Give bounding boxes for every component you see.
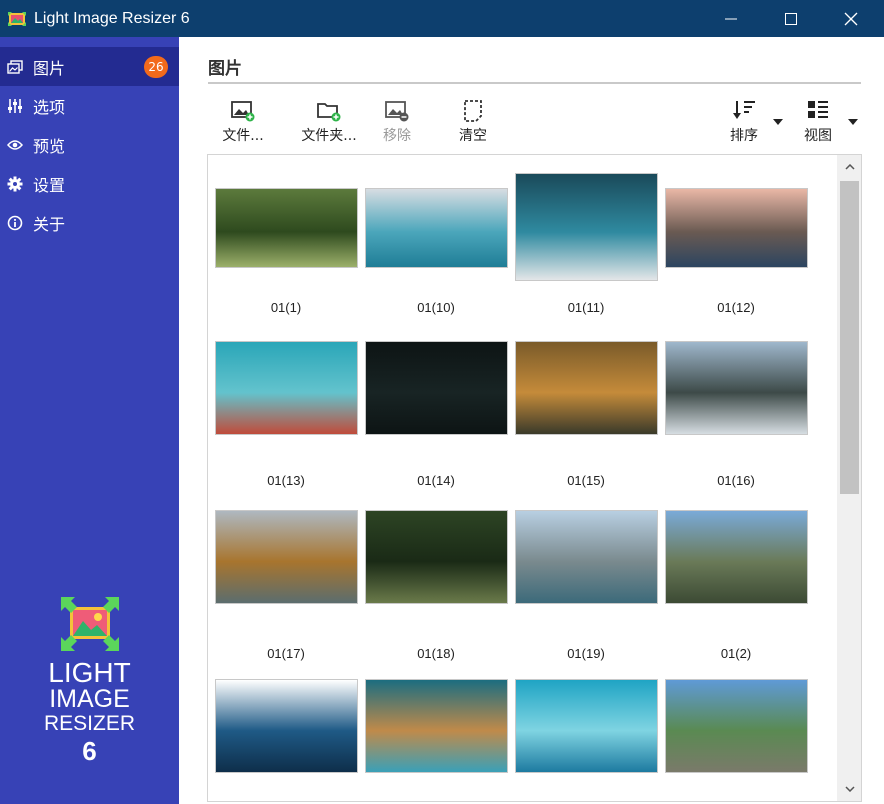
eye-icon (7, 137, 23, 153)
image-thumbnail[interactable] (665, 341, 808, 435)
view-button[interactable]: 视图 (795, 97, 841, 145)
image-thumbnail[interactable] (665, 188, 808, 268)
maximize-button[interactable] (768, 0, 814, 37)
images-icon (7, 59, 23, 75)
sort-button[interactable]: 排序 (719, 97, 769, 145)
sidebar-item-label: 关于 (33, 214, 66, 234)
logo-text-resizer: RESIZER (43, 712, 135, 735)
image-thumbnail[interactable] (365, 679, 508, 773)
chevron-up-icon (844, 164, 855, 170)
add-files-button[interactable]: 文件... (207, 97, 279, 145)
logo-icon (60, 597, 119, 651)
chevron-down-icon (844, 786, 855, 792)
view-dropdown-arrow-icon[interactable] (848, 119, 858, 125)
clear-icon (459, 97, 487, 125)
app-icon (8, 11, 26, 26)
add-folder-icon (315, 97, 343, 125)
image-thumbnail[interactable] (365, 188, 508, 268)
sort-icon (730, 97, 758, 125)
scrollbar-thumb[interactable] (840, 181, 859, 494)
close-icon (844, 12, 858, 25)
sidebar-item-label: 预览 (33, 136, 66, 156)
logo-text-light: LIGHT (48, 657, 131, 688)
thumbnail-grid: 01(1) 01(10) 01(11) 01(12) 01(13) 01(14) 01(15… (207, 154, 862, 802)
minimize-icon (725, 18, 737, 19)
add-folder-label: 文件夹... (301, 128, 357, 144)
image-thumbnail[interactable] (365, 341, 508, 435)
window-title: Light Image Resizer 6 (34, 9, 190, 27)
thumbnail-label: 01(1) (270, 300, 302, 315)
view-label: 视图 (804, 128, 832, 144)
title-divider (208, 82, 861, 84)
image-thumbnail[interactable] (365, 510, 508, 604)
sidebar: 图片 26 选项 预览 设置 关于 LIGHT IMAGE RESIZER 6 (0, 37, 179, 804)
image-thumbnail[interactable] (215, 679, 358, 773)
thumbnail-label: 01(15) (567, 473, 605, 488)
image-thumbnail[interactable] (515, 510, 658, 604)
title-bar: Light Image Resizer 6 (0, 0, 884, 37)
sort-dropdown-arrow-icon[interactable] (773, 119, 783, 125)
minimize-button[interactable] (708, 0, 754, 37)
logo-text-version: 6 (82, 736, 97, 766)
image-thumbnail[interactable] (215, 188, 358, 268)
image-thumbnail[interactable] (515, 341, 658, 435)
thumbnail-label: 01(17) (267, 646, 305, 661)
sidebar-item-label: 图片 (33, 58, 66, 78)
add-image-icon (229, 97, 257, 125)
thumbnail-label: 01(14) (417, 473, 455, 488)
app-logo: LIGHT IMAGE RESIZER 6 (0, 597, 179, 764)
sidebar-item-preview[interactable]: 预览 (0, 125, 179, 164)
info-icon (7, 215, 23, 231)
add-folder-button[interactable]: 文件夹... (289, 97, 369, 145)
thumbnail-label: 01(10) (417, 300, 455, 315)
logo-text-image: IMAGE (49, 685, 130, 713)
image-thumbnail[interactable] (665, 510, 808, 604)
scroll-up-button[interactable] (837, 155, 861, 179)
vertical-scrollbar[interactable] (837, 155, 861, 801)
image-thumbnail[interactable] (215, 510, 358, 604)
scroll-down-button[interactable] (837, 777, 861, 801)
image-thumbnail[interactable] (515, 173, 658, 281)
image-count-badge: 26 (144, 56, 168, 78)
thumbnail-label: 01(11) (567, 300, 605, 315)
remove-button[interactable]: 移除 (375, 97, 419, 145)
sliders-icon (7, 98, 23, 114)
toolbar: 文件... 文件夹... 移除 清空 排序 视图 (207, 97, 867, 151)
image-thumbnail[interactable] (515, 679, 658, 773)
view-icon (804, 97, 832, 125)
sidebar-item-settings[interactable]: 设置 (0, 164, 179, 203)
thumbnail-label: 01(18) (417, 646, 455, 661)
remove-label: 移除 (383, 128, 411, 144)
clear-label: 清空 (459, 128, 487, 144)
sidebar-item-about[interactable]: 关于 (0, 203, 179, 242)
main-content: 图片 文件... 文件夹... 移除 清空 排序 视图 01(1) 01(10)… (179, 37, 884, 804)
thumbnail-label: 01(2) (720, 646, 752, 661)
clear-button[interactable]: 清空 (451, 97, 495, 145)
thumbnail-label: 01(13) (267, 473, 305, 488)
sidebar-item-label: 设置 (33, 175, 66, 195)
page-title: 图片 (208, 59, 242, 79)
image-thumbnail[interactable] (215, 341, 358, 435)
sidebar-item-label: 选项 (33, 97, 66, 117)
thumbnail-label: 01(19) (567, 646, 605, 661)
thumbnail-label: 01(16) (717, 473, 755, 488)
image-thumbnail[interactable] (665, 679, 808, 773)
close-button[interactable] (828, 0, 874, 37)
gear-icon (7, 176, 23, 192)
thumbnail-label: 01(12) (717, 300, 755, 315)
sort-label: 排序 (730, 128, 758, 144)
add-files-label: 文件... (222, 128, 264, 144)
sidebar-item-options[interactable]: 选项 (0, 86, 179, 125)
maximize-icon (785, 12, 797, 25)
remove-image-icon (383, 97, 411, 125)
sidebar-item-images[interactable]: 图片 26 (0, 47, 179, 86)
